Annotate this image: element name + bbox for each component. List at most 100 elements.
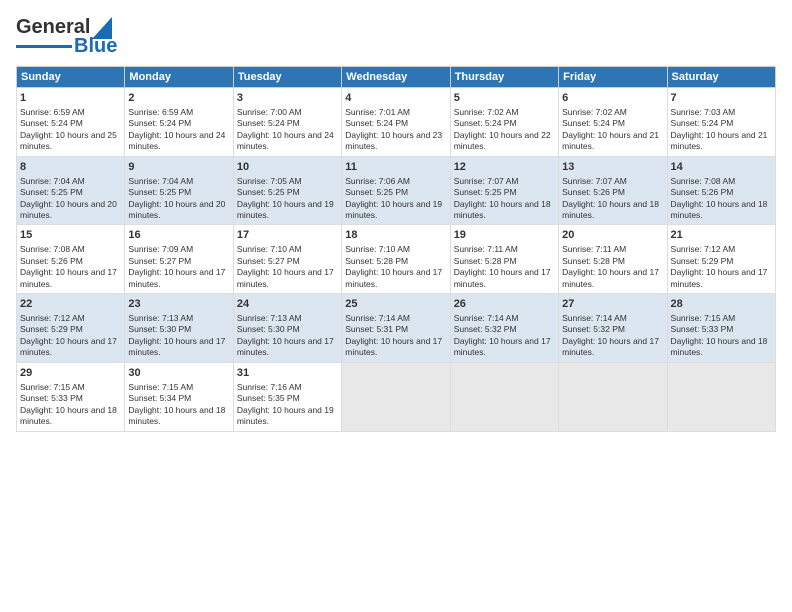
calendar-cell: 6Sunrise: 7:02 AMSunset: 5:24 PMDaylight… xyxy=(559,88,667,157)
day-number: 25 xyxy=(345,297,446,312)
header-wednesday: Wednesday xyxy=(342,67,450,88)
calendar-cell: 7Sunrise: 7:03 AMSunset: 5:24 PMDaylight… xyxy=(667,88,775,157)
calendar-cell: 28Sunrise: 7:15 AMSunset: 5:33 PMDayligh… xyxy=(667,294,775,363)
daylight-text: Daylight: 10 hours and 17 minutes. xyxy=(237,336,334,357)
day-number: 1 xyxy=(20,91,121,106)
sunrise-text: Sunrise: 7:01 AM xyxy=(345,107,410,117)
logo: General Blue xyxy=(16,16,117,58)
daylight-text: Daylight: 10 hours and 19 minutes. xyxy=(345,199,442,220)
sunset-text: Sunset: 5:24 PM xyxy=(562,118,625,128)
calendar-cell: 24Sunrise: 7:13 AMSunset: 5:30 PMDayligh… xyxy=(233,294,341,363)
day-number: 22 xyxy=(20,297,121,312)
calendar-cell: 3Sunrise: 7:00 AMSunset: 5:24 PMDaylight… xyxy=(233,88,341,157)
sunset-text: Sunset: 5:32 PM xyxy=(562,324,625,334)
daylight-text: Daylight: 10 hours and 25 minutes. xyxy=(20,130,117,151)
sunset-text: Sunset: 5:26 PM xyxy=(671,187,734,197)
sunset-text: Sunset: 5:25 PM xyxy=(345,187,408,197)
sunrise-text: Sunrise: 7:16 AM xyxy=(237,382,302,392)
calendar-cell: 22Sunrise: 7:12 AMSunset: 5:29 PMDayligh… xyxy=(17,294,125,363)
sunrise-text: Sunrise: 7:11 AM xyxy=(454,244,518,254)
daylight-text: Daylight: 10 hours and 19 minutes. xyxy=(237,199,334,220)
sunset-text: Sunset: 5:34 PM xyxy=(128,393,191,403)
day-number: 13 xyxy=(562,160,663,175)
header-saturday: Saturday xyxy=(667,67,775,88)
day-number: 20 xyxy=(562,228,663,243)
sunrise-text: Sunrise: 7:05 AM xyxy=(237,176,302,186)
day-number: 7 xyxy=(671,91,772,106)
sunset-text: Sunset: 5:24 PM xyxy=(671,118,734,128)
day-number: 24 xyxy=(237,297,338,312)
sunrise-text: Sunrise: 7:15 AM xyxy=(20,382,85,392)
calendar-cell: 2Sunrise: 6:59 AMSunset: 5:24 PMDaylight… xyxy=(125,88,233,157)
calendar-cell: 19Sunrise: 7:11 AMSunset: 5:28 PMDayligh… xyxy=(450,225,558,294)
day-number: 23 xyxy=(128,297,229,312)
day-number: 21 xyxy=(671,228,772,243)
sunset-text: Sunset: 5:32 PM xyxy=(454,324,517,334)
sunrise-text: Sunrise: 7:02 AM xyxy=(454,107,519,117)
sunrise-text: Sunrise: 7:14 AM xyxy=(454,313,519,323)
sunset-text: Sunset: 5:24 PM xyxy=(237,118,300,128)
daylight-text: Daylight: 10 hours and 17 minutes. xyxy=(671,267,768,288)
day-number: 15 xyxy=(20,228,121,243)
sunrise-text: Sunrise: 7:03 AM xyxy=(671,107,736,117)
calendar-cell xyxy=(559,362,667,431)
sunrise-text: Sunrise: 7:08 AM xyxy=(671,176,736,186)
calendar-cell: 17Sunrise: 7:10 AMSunset: 5:27 PMDayligh… xyxy=(233,225,341,294)
sunrise-text: Sunrise: 7:02 AM xyxy=(562,107,627,117)
calendar-cell: 1Sunrise: 6:59 AMSunset: 5:24 PMDaylight… xyxy=(17,88,125,157)
daylight-text: Daylight: 10 hours and 18 minutes. xyxy=(454,199,551,220)
daylight-text: Daylight: 10 hours and 24 minutes. xyxy=(237,130,334,151)
daylight-text: Daylight: 10 hours and 17 minutes. xyxy=(562,336,659,357)
sunset-text: Sunset: 5:30 PM xyxy=(128,324,191,334)
day-number: 27 xyxy=(562,297,663,312)
daylight-text: Daylight: 10 hours and 20 minutes. xyxy=(20,199,117,220)
calendar-cell: 8Sunrise: 7:04 AMSunset: 5:25 PMDaylight… xyxy=(17,156,125,225)
calendar-table: SundayMondayTuesdayWednesdayThursdayFrid… xyxy=(16,66,776,432)
sunset-text: Sunset: 5:27 PM xyxy=(237,256,300,266)
calendar-cell: 12Sunrise: 7:07 AMSunset: 5:25 PMDayligh… xyxy=(450,156,558,225)
sunset-text: Sunset: 5:35 PM xyxy=(237,393,300,403)
calendar-cell: 21Sunrise: 7:12 AMSunset: 5:29 PMDayligh… xyxy=(667,225,775,294)
header-tuesday: Tuesday xyxy=(233,67,341,88)
calendar-cell: 25Sunrise: 7:14 AMSunset: 5:31 PM Dayligh… xyxy=(342,294,450,363)
calendar-body: 1Sunrise: 6:59 AMSunset: 5:24 PMDaylight… xyxy=(17,88,776,432)
daylight-text: Daylight: 10 hours and 17 minutes. xyxy=(128,336,225,357)
sunrise-text: Sunrise: 7:14 AM xyxy=(345,313,410,323)
daylight-text: Daylight: 10 hours and 19 minutes. xyxy=(237,405,334,426)
calendar-cell: 13Sunrise: 7:07 AMSunset: 5:26 PMDayligh… xyxy=(559,156,667,225)
day-number: 18 xyxy=(345,228,446,243)
calendar-cell: 4Sunrise: 7:01 AMSunset: 5:24 PMDaylight… xyxy=(342,88,450,157)
sunset-text: Sunset: 5:28 PM xyxy=(345,256,408,266)
sunrise-text: Sunrise: 7:10 AM xyxy=(345,244,410,254)
sunrise-text: Sunrise: 7:04 AM xyxy=(20,176,85,186)
sunrise-text: Sunrise: 7:15 AM xyxy=(671,313,736,323)
sunset-text: Sunset: 5:24 PM xyxy=(345,118,408,128)
daylight-text: Daylight: 10 hours and 17 minutes. xyxy=(562,267,659,288)
sunrise-text: Sunrise: 7:00 AM xyxy=(237,107,302,117)
daylight-text: Daylight: 10 hours and 17 minutes. xyxy=(128,267,225,288)
calendar-cell: 15Sunrise: 7:08 AMSunset: 5:26 PMDayligh… xyxy=(17,225,125,294)
day-number: 29 xyxy=(20,366,121,381)
daylight-text: Daylight: 10 hours and 17 minutes. xyxy=(454,336,551,357)
calendar-cell: 14Sunrise: 7:08 AMSunset: 5:26 PMDayligh… xyxy=(667,156,775,225)
calendar-cell: 11Sunrise: 7:06 AMSunset: 5:25 PMDayligh… xyxy=(342,156,450,225)
sunset-text: Sunset: 5:26 PM xyxy=(562,187,625,197)
day-number: 31 xyxy=(237,366,338,381)
sunset-text: Sunset: 5:24 PM xyxy=(128,118,191,128)
calendar-cell: 16Sunrise: 7:09 AMSunset: 5:27 PMDayligh… xyxy=(125,225,233,294)
sunset-text: Sunset: 5:30 PM xyxy=(237,324,300,334)
daylight-text: Daylight: 10 hours and 18 minutes. xyxy=(671,336,768,357)
sunset-text: Sunset: 5:31 PM xyxy=(345,324,408,334)
daylight-text: Daylight: 10 hours and 17 minutes. xyxy=(454,267,551,288)
week-row-2: 8Sunrise: 7:04 AMSunset: 5:25 PMDaylight… xyxy=(17,156,776,225)
calendar-cell: 10Sunrise: 7:05 AMSunset: 5:25 PMDayligh… xyxy=(233,156,341,225)
day-number: 17 xyxy=(237,228,338,243)
daylight-text: Daylight: 10 hours and 17 minutes. xyxy=(345,336,442,357)
daylight-text: Daylight: 10 hours and 21 minutes. xyxy=(562,130,659,151)
sunrise-text: Sunrise: 6:59 AM xyxy=(128,107,193,117)
calendar-cell: 9Sunrise: 7:04 AMSunset: 5:25 PMDaylight… xyxy=(125,156,233,225)
day-number: 5 xyxy=(454,91,555,106)
sunrise-text: Sunrise: 7:12 AM xyxy=(671,244,736,254)
sunrise-text: Sunrise: 7:08 AM xyxy=(20,244,85,254)
calendar-cell: 29Sunrise: 7:15 AMSunset: 5:33 PMDayligh… xyxy=(17,362,125,431)
